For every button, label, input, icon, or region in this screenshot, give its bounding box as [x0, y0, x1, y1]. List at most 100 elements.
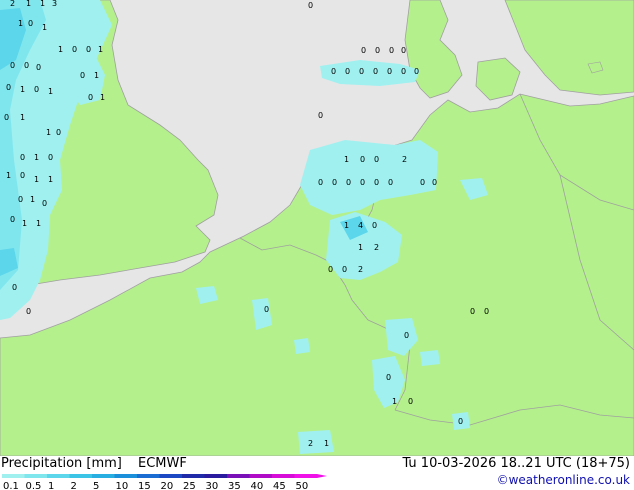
scale-tick-label: 15: [138, 481, 151, 490]
scale-tick-label: 45: [273, 481, 286, 490]
precip-value-label: 0: [12, 283, 17, 292]
scale-swatch: [92, 474, 115, 478]
precip-value-label: 1: [344, 155, 349, 164]
precip-value-label: 0: [408, 397, 413, 406]
precip-value-label: 0: [432, 178, 437, 187]
precip-value-label: 1: [358, 243, 363, 252]
precip-value-label: 1: [344, 221, 349, 230]
precip-value-label: 1: [20, 113, 25, 122]
precip-value-label: 0: [20, 153, 25, 162]
precip-value-label: 0: [20, 171, 25, 180]
color-scale: 0.1 0.5 1 2 5 10 15 20 25 30 35 40 45 50: [2, 474, 327, 490]
precip-value-label: 0: [386, 373, 391, 382]
precip-value-label: 1: [22, 219, 27, 228]
precip-value-label: 1: [30, 195, 35, 204]
precip-value-label: 0: [360, 155, 365, 164]
precip-value-label: 0: [374, 178, 379, 187]
precip-value-label: 0: [388, 178, 393, 187]
legend-model: ECMWF: [138, 456, 187, 471]
precip-value-label: 1: [18, 19, 23, 28]
scale-tick-label: 10: [116, 481, 129, 490]
scale-swatch: [24, 474, 47, 478]
precipitation-map: 0 0 0 0 0 0 00 0 0 00 1 0 0 20 0 0 0 0 0 0 0 1 4 01 20 0 2 2 1 1 31…: [0, 0, 634, 456]
legend-valid-time: Tu 10-03-2026 18..21 UTC (18+75): [402, 456, 630, 471]
precip-value-label: 0: [48, 153, 53, 162]
precip-value-label: 0: [331, 67, 336, 76]
precip-value-label: 0: [318, 111, 323, 120]
precip-value-label: 1: [20, 85, 25, 94]
scale-tick-label: 50: [296, 481, 309, 490]
scale-swatch: [204, 474, 227, 478]
precip-value-label: 0: [56, 128, 61, 137]
precip-value-label: 0: [10, 215, 15, 224]
precip-value-label: 0: [72, 45, 77, 54]
scale-swatch: [182, 474, 205, 478]
precip-value-label: 0: [318, 178, 323, 187]
precip-value-label: 1: [34, 153, 39, 162]
scale-overflow-arrow: [317, 474, 327, 478]
precip-value-label: 1: [98, 45, 103, 54]
map-stage: 000000000000 100200000000 14012002 21131…: [0, 0, 634, 490]
precip-value-label: 1: [100, 93, 105, 102]
precip-value-label: 0: [80, 71, 85, 80]
precip-value-label: 0: [36, 63, 41, 72]
precip-value-label: 0: [404, 331, 409, 340]
precip-value-label: 0: [10, 61, 15, 70]
precip-value-label: 0: [401, 46, 406, 55]
precip-value-label: 1: [40, 0, 45, 8]
precip-value-label: 2: [10, 0, 15, 8]
precip-value-label: 0: [345, 67, 350, 76]
precip-value-label: 0: [375, 46, 380, 55]
scale-swatch: [47, 474, 70, 478]
precip-value-label: 0: [308, 1, 313, 10]
precip-value-label: 0: [414, 67, 419, 76]
precip-value-label: 1: [58, 45, 63, 54]
scale-tick-label: 0.5: [26, 481, 42, 490]
precip-value-label: 0: [401, 67, 406, 76]
precip-value-label: 0: [361, 46, 366, 55]
precip-value-label: 1: [6, 171, 11, 180]
precip-value-label: 4: [358, 221, 363, 230]
precip-value-label: 0: [458, 417, 463, 426]
precip-value-label: 3: [52, 0, 57, 8]
scale-tick-label: 30: [206, 481, 219, 490]
scale-swatch: [137, 474, 160, 478]
scale-tick-label: 2: [71, 481, 77, 490]
precip-value-label: 0: [389, 46, 394, 55]
precip-value-label: 0: [86, 45, 91, 54]
scale-tick-label: 1: [48, 481, 54, 490]
precip-value-label: 0: [346, 178, 351, 187]
precip-value-label: 1: [34, 175, 39, 184]
precip-value-label: 0: [484, 307, 489, 316]
scale-swatch: [272, 474, 295, 478]
precip-value-label: 0: [470, 307, 475, 316]
precip-value-label: 2: [358, 265, 363, 274]
scale-swatch: [69, 474, 92, 478]
precip-value-label: 2: [374, 243, 379, 252]
scale-swatch: [249, 474, 272, 478]
precip-value-label: 1: [48, 175, 53, 184]
precip-value-label: 0: [360, 178, 365, 187]
precip-value-label: 0: [342, 265, 347, 274]
precip-value-label: 0: [28, 19, 33, 28]
scale-tick-label: 0.1: [3, 481, 19, 490]
precip-value-label: 1: [392, 397, 397, 406]
scale-tick-label: 35: [228, 481, 241, 490]
precip-value-label: 1: [94, 71, 99, 80]
precip-value-label: 1: [46, 128, 51, 137]
precip-value-label: 0: [24, 61, 29, 70]
precip-value-label: 0: [359, 67, 364, 76]
precip-value-label: 0: [264, 305, 269, 314]
precip-value-label: 0: [6, 83, 11, 92]
scale-swatch: [227, 474, 250, 478]
precip-value-label: 0: [4, 113, 9, 122]
precip-value-label: 0: [374, 155, 379, 164]
precip-value-label: 0: [328, 265, 333, 274]
scale-swatch: [294, 474, 317, 478]
scale-swatch: [114, 474, 137, 478]
precip-value-label: 2: [308, 439, 313, 448]
precip-value-label: 1: [324, 439, 329, 448]
precip-value-label: 0: [42, 199, 47, 208]
precip-value-label: 0: [88, 93, 93, 102]
credit-link[interactable]: ©weatheronline.co.uk: [497, 473, 630, 487]
